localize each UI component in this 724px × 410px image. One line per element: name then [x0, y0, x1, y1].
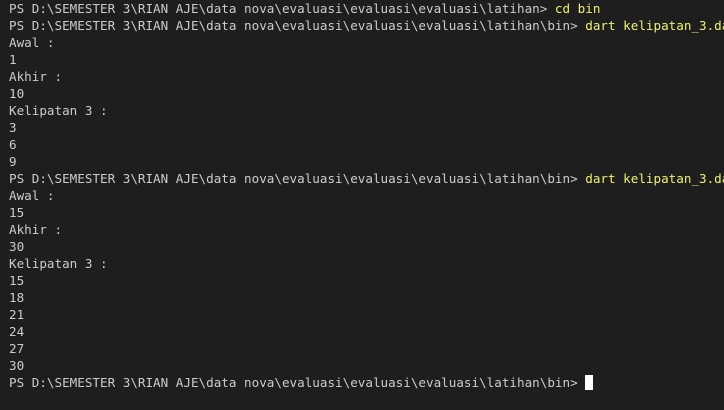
output-line: Kelipatan 3 : [9, 103, 108, 118]
prompt-line: PS D:\SEMESTER 3\RIAN AJE\data nova\eval… [9, 17, 724, 34]
output-line: 30 [9, 358, 25, 373]
prompt-line: PS D:\SEMESTER 3\RIAN AJE\data nova\eval… [9, 0, 724, 17]
output-line: 15 [9, 205, 25, 220]
output-line: 9 [9, 154, 17, 169]
output-line: 15 [9, 273, 25, 288]
command-text: cd bin [554, 1, 601, 16]
prompt-text: PS D:\SEMESTER 3\RIAN AJE\data nova\eval… [9, 1, 555, 16]
output-line: Kelipatan 3 : [9, 256, 108, 271]
output-line: 30 [9, 239, 25, 254]
output-line: 10 [9, 86, 25, 101]
active-prompt-line[interactable]: PS D:\SEMESTER 3\RIAN AJE\data nova\eval… [9, 374, 724, 391]
output-line: 27 [9, 341, 25, 356]
output-line: 1 [9, 52, 17, 67]
output-line: Awal : [9, 35, 55, 50]
output-line: Akhir : [9, 222, 63, 237]
output-line: Akhir : [9, 69, 63, 84]
prompt-line: PS D:\SEMESTER 3\RIAN AJE\data nova\eval… [9, 170, 724, 187]
prompt-text: PS D:\SEMESTER 3\RIAN AJE\data nova\eval… [9, 171, 586, 186]
output-line: Awal : [9, 188, 55, 203]
output-line: 3 [9, 120, 17, 135]
output-line: 18 [9, 290, 25, 305]
text-cursor [585, 375, 594, 390]
prompt-text: PS D:\SEMESTER 3\RIAN AJE\data nova\eval… [9, 375, 586, 390]
output-line: 24 [9, 324, 25, 339]
command-text: dart kelipatan_3.dart [585, 171, 724, 186]
output-line: 6 [9, 137, 17, 152]
command-text: dart kelipatan_3.dart [585, 18, 724, 33]
terminal-output[interactable]: PS D:\SEMESTER 3\RIAN AJE\data nova\eval… [0, 0, 724, 410]
output-line: 21 [9, 307, 25, 322]
prompt-text: PS D:\SEMESTER 3\RIAN AJE\data nova\eval… [9, 18, 586, 33]
